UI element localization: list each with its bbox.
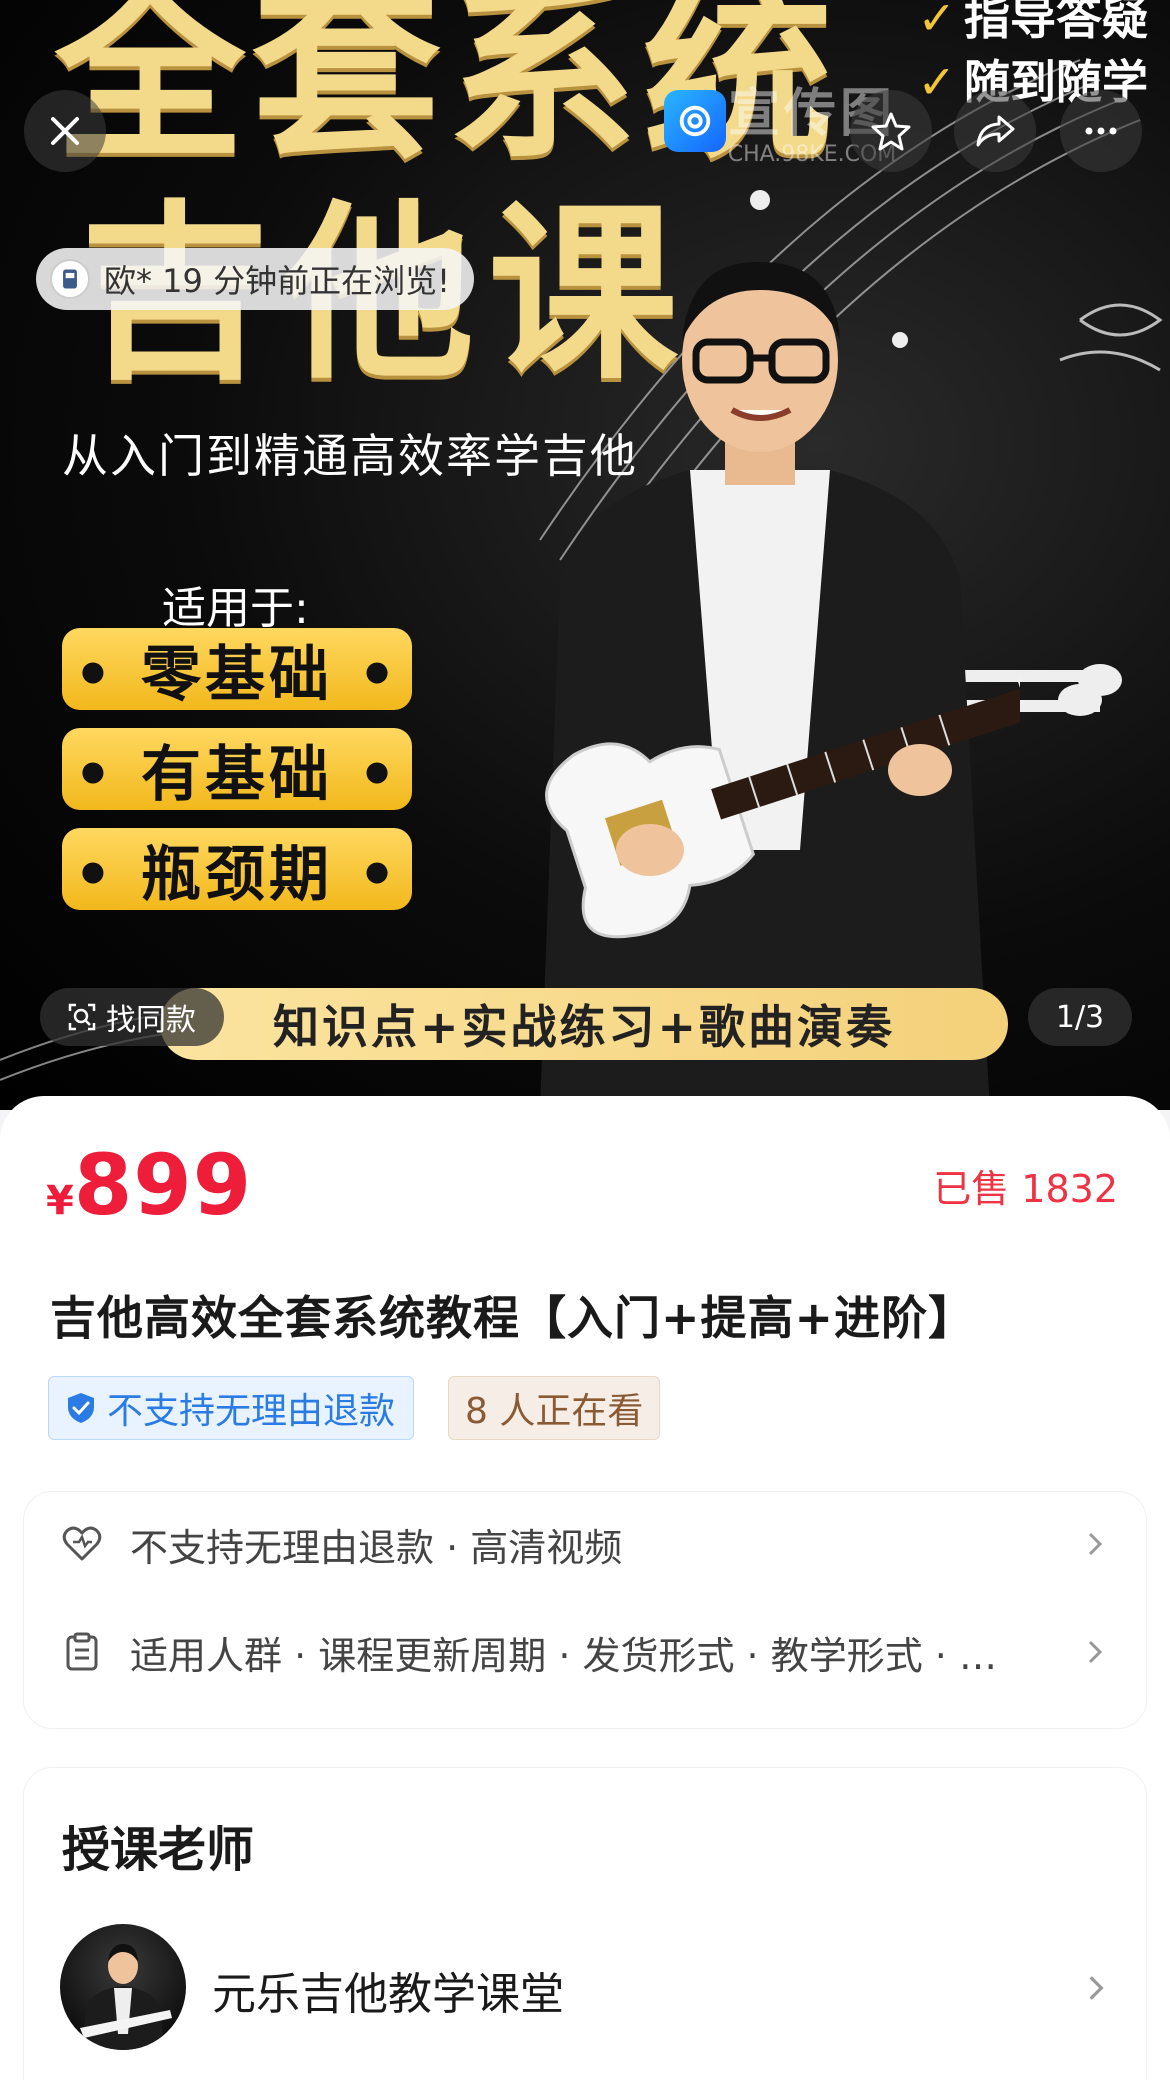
- more-button[interactable]: [1060, 90, 1142, 172]
- app-badge-icon[interactable]: [664, 90, 726, 152]
- product-image-carousel[interactable]: 全套系统 吉他课 从入门到精通高效率学吉他 适用于: • 零基础 • • 有基础…: [0, 0, 1170, 1110]
- chevron-right-icon[interactable]: [1080, 1972, 1112, 2004]
- price-currency: ¥: [46, 1178, 74, 1224]
- params-row[interactable]: 适用人群 · 课程更新周期 · 发货形式 · 教学形式 · …: [60, 1622, 1110, 1682]
- teacher-with-guitar-photo: [540, 261, 1020, 1110]
- share-icon: [976, 115, 1015, 147]
- check-item-qa: ✓ 指导答疑: [917, 0, 1148, 45]
- avatar: [50, 259, 90, 299]
- price: ¥899: [46, 1136, 252, 1234]
- close-button[interactable]: [24, 90, 106, 172]
- pill-bottleneck: • 瓶颈期 •: [62, 828, 412, 910]
- share-button[interactable]: [954, 90, 1036, 172]
- clipboard-icon: [66, 1632, 98, 1671]
- refund-tag-label: 不支持无理由退款: [107, 1391, 396, 1432]
- find-same-button[interactable]: 找同款: [40, 988, 224, 1046]
- service-row[interactable]: 不支持无理由退款 · 高清视频: [60, 1514, 1110, 1574]
- pill-has-basic: • 有基础 •: [62, 728, 412, 810]
- pill-zero-basic: • 零基础 •: [62, 628, 412, 710]
- favorite-button[interactable]: [850, 90, 932, 172]
- teacher-avatar[interactable]: [60, 1924, 186, 2050]
- product-title: 吉他高效全套系统教程【入门+提高+进阶】: [50, 1291, 976, 1345]
- hero-banner: 知识点+实战练习+歌曲演奏: [160, 988, 1008, 1060]
- price-value: 899: [73, 1136, 253, 1234]
- service-info-card: 不支持无理由退款 · 高清视频 适用人群 · 课程更新周期 · 发货形式 · 教…: [24, 1492, 1146, 1728]
- teacher-name[interactable]: 元乐吉他教学课堂: [212, 1958, 564, 2022]
- shield-check-icon: [68, 1393, 94, 1423]
- viewers-tag: 8 人正在看: [448, 1376, 661, 1440]
- sold-count: 已售 1832: [933, 1167, 1118, 1211]
- chevron-right-icon: [1088, 1532, 1103, 1556]
- toast-text: 欧* 19 分钟前正在浏览!: [104, 262, 450, 300]
- params-row-text: 适用人群 · 课程更新周期 · 发货形式 · 教学形式 · …: [130, 1633, 997, 1678]
- more-icon: [1085, 127, 1117, 135]
- star-icon: [871, 112, 911, 151]
- refund-policy-tag[interactable]: 不支持无理由退款: [48, 1376, 415, 1440]
- close-icon: [51, 117, 79, 145]
- scan-icon: [68, 1003, 96, 1031]
- image-pager: 1/3: [1028, 988, 1132, 1046]
- heart-icon: [62, 1526, 102, 1561]
- chevron-right-icon: [1088, 1640, 1103, 1664]
- service-row-text: 不支持无理由退款 · 高清视频: [130, 1525, 623, 1570]
- browsing-toast: 欧* 19 分钟前正在浏览!: [36, 248, 474, 310]
- teacher-heading: 授课老师: [62, 1822, 255, 1878]
- find-same-label: 找同款: [106, 1003, 196, 1038]
